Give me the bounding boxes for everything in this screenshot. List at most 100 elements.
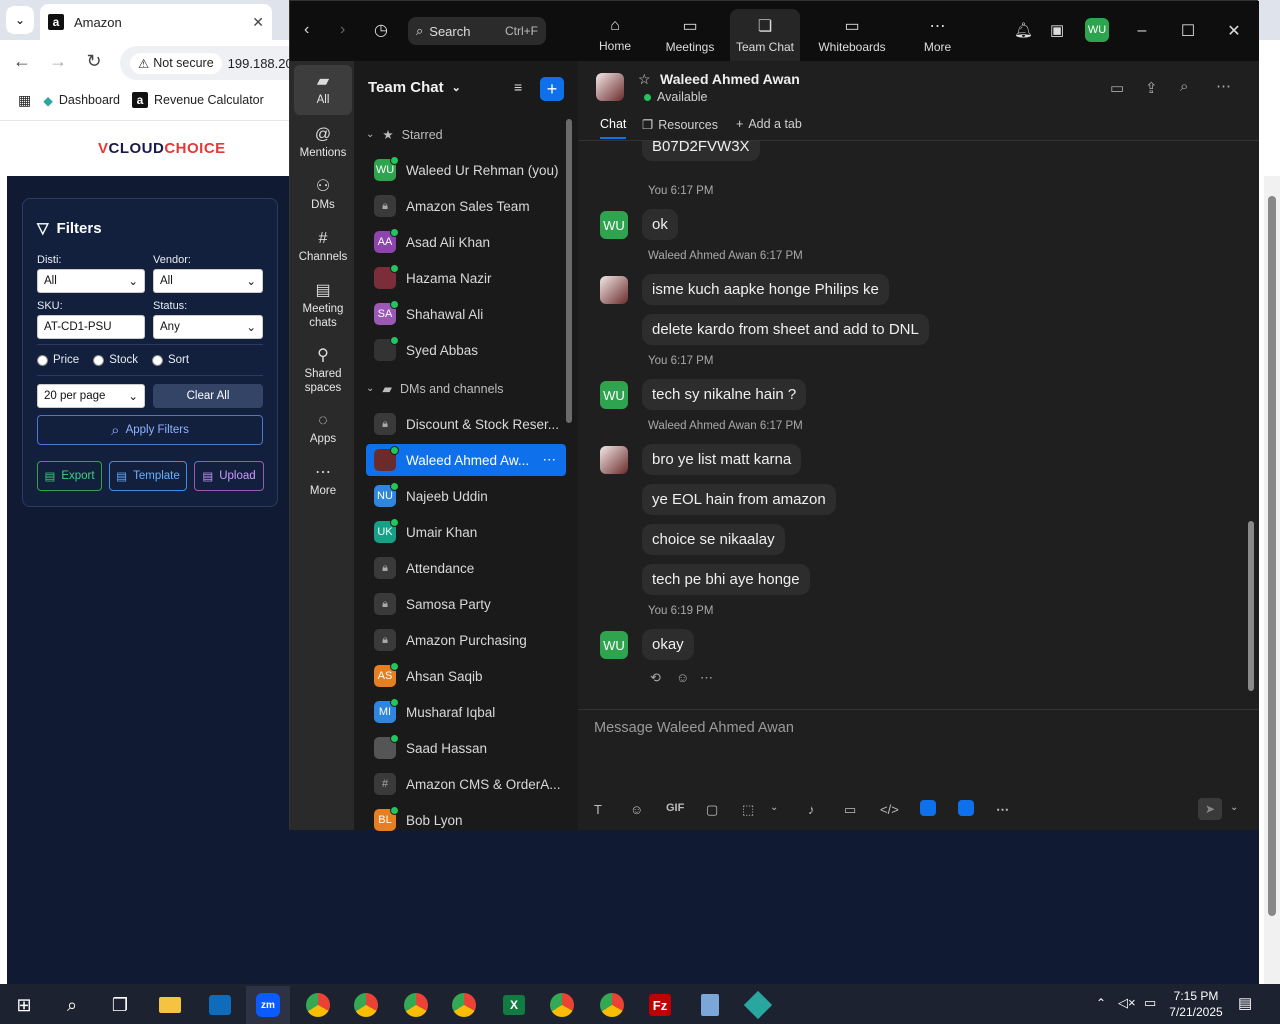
message-bubble[interactable]: okay [642,629,694,660]
per-page-select[interactable]: 20 per page ⌄ [37,384,145,408]
chrome-icon[interactable] [540,986,584,1024]
list-item[interactable]: WU Waleed Ur Rehman (you) [366,154,566,186]
chevron-up-icon[interactable]: ⌃ [1096,996,1106,1010]
team-chat-header[interactable]: Team Chat ⌄ [368,79,461,96]
disti-select[interactable]: All ⌄ [37,269,145,293]
chat-scrollbar[interactable] [1248,521,1254,691]
search-icon[interactable]: ⌕ [1180,78,1188,95]
message-bubble[interactable]: delete kardo from sheet and add to DNL [642,314,929,345]
list-item[interactable]: BL Bob Lyon [366,804,566,836]
excel-icon[interactable]: X [492,986,536,1024]
chrome-icon[interactable] [344,986,388,1024]
tab-resources[interactable]: ❐ Resources [642,117,718,133]
zoom-taskbar-icon[interactable]: zm [246,986,290,1024]
app-icon[interactable] [920,800,936,816]
security-badge[interactable]: ⚠ Not secure [130,52,222,74]
avatar[interactable] [600,446,628,474]
more-options-icon[interactable]: ⋯ [543,452,557,468]
new-chat-button[interactable]: + [540,77,564,101]
outlook-icon[interactable] [198,986,242,1024]
calculator-icon[interactable] [688,986,732,1024]
rail-dms[interactable]: ⚇ DMs [294,177,352,213]
tab-team-chat[interactable]: ❏ Team Chat [730,9,800,61]
clock[interactable]: 7:15 PM 7/21/2025 [1164,988,1228,1020]
avatar[interactable] [600,276,628,304]
upload-button[interactable]: ▤ Upload [194,461,264,491]
tab-search-dropdown[interactable]: ⌄ [6,6,34,34]
message-input[interactable]: Message Waleed Ahmed Awan [594,720,794,736]
avatar[interactable]: WU [600,381,628,409]
template-button[interactable]: ▤ Template [109,461,187,491]
radio-price[interactable]: Price [37,354,79,366]
clear-all-button[interactable]: Clear All [153,384,263,408]
tab-meetings[interactable]: ▭ Meetings [650,9,730,61]
back-icon[interactable]: ← [4,43,40,79]
list-scrollbar[interactable] [566,119,572,423]
sku-input[interactable]: AT-CD1-PSU [37,315,145,339]
message-bubble[interactable]: isme kuch aapke honge Philips ke [642,274,889,305]
chevron-down-icon[interactable]: ⌄ [770,802,778,813]
file-icon[interactable]: ▢ [706,802,718,818]
list-item[interactable]: 🔒︎ Discount & Stock Reser... [366,408,566,440]
bookmark-revenue-calculator[interactable]: a Revenue Calculator [132,92,264,108]
message-bubble[interactable]: tech pe bhi aye honge [642,564,810,595]
app-icon[interactable] [736,986,780,1024]
radio-stock[interactable]: Stock [93,354,138,366]
reload-icon[interactable]: ↻ [76,43,112,79]
page-scrollbar-thumb[interactable] [1268,196,1276,916]
list-item[interactable]: # Amazon CMS & OrderA... [366,768,566,800]
forward-icon[interactable]: › [340,21,345,39]
list-item[interactable]: Syed Abbas [366,334,566,366]
apps-grid-icon[interactable]: ▦ [18,92,31,109]
search-icon[interactable]: ⌕ [50,986,94,1024]
code-icon[interactable]: </> [880,802,899,817]
maximize-icon[interactable]: ☐ [1170,15,1206,47]
tab-home[interactable]: ⌂ Home [575,9,655,61]
bell-icon[interactable]: 🔔︎ [1014,21,1033,39]
tab-chat[interactable]: Chat [600,117,627,139]
share-screen-icon[interactable]: ⇪ [1145,79,1158,97]
rail-all[interactable]: ▰ All [294,65,352,115]
tab-more[interactable]: ⋯ More [900,9,975,61]
history-icon[interactable]: ◷ [374,20,388,40]
rail-meeting-chats[interactable]: ▤ Meeting chats [294,281,352,331]
message-bubble[interactable]: bro ye list matt karna [642,444,802,475]
section-dms-channels[interactable]: ⌄ ▰ DMs and channels [366,381,504,397]
list-item[interactable]: 🔒︎ Samosa Party [366,588,566,620]
message-bubble[interactable]: ok [642,209,678,240]
mic-icon[interactable]: ♪ [808,802,815,817]
rail-mentions[interactable]: @ Mentions [294,125,352,161]
message-bubble[interactable]: choice se nikaalay [642,524,785,555]
chrome-icon[interactable] [442,986,486,1024]
avatar[interactable]: WU [600,211,628,239]
app-icon[interactable] [958,800,974,816]
tab-add[interactable]: + Add a tab [736,117,802,131]
chrome-icon[interactable] [296,986,340,1024]
send-icon[interactable]: ➤ [1198,798,1222,820]
star-icon[interactable]: ☆ [638,71,651,88]
list-item[interactable]: NU Najeeb Uddin [366,480,566,512]
zoom-search[interactable]: ⌕ Search Ctrl+F [408,17,546,45]
chevron-down-icon[interactable]: ⌄ [1230,802,1238,813]
calendar-icon[interactable]: ▣ [1050,21,1064,39]
more-options-icon[interactable]: ⋯ [1216,77,1231,95]
reply-icon[interactable]: ⟲ [650,670,661,686]
radio-sort[interactable]: Sort [151,354,189,366]
site-logo[interactable]: VCLOUDCHOICE [98,140,226,157]
list-item[interactable]: Hazama Nazir [366,262,566,294]
avatar[interactable]: WU [1085,18,1109,42]
export-button[interactable]: ▤ Export [37,461,102,491]
task-view-icon[interactable]: ❐ [98,986,142,1024]
chrome-icon[interactable] [394,986,438,1024]
more-icon[interactable]: ⋯ [996,802,1009,818]
file-explorer-icon[interactable] [148,986,192,1024]
chrome-icon[interactable] [590,986,634,1024]
network-icon[interactable]: ▭ [1144,995,1156,1011]
message-bubble[interactable]: ye EOL hain from amazon [642,484,836,515]
list-item[interactable]: UK Umair Khan [366,516,566,548]
rail-apps[interactable]: ◌ Apps [294,411,352,447]
notifications-icon[interactable]: ▤ [1238,994,1252,1012]
apply-filters-button[interactable]: ⌕ Apply Filters [37,415,263,445]
list-item[interactable]: 🔒︎ Amazon Purchasing [366,624,566,656]
emoji-reaction-icon[interactable]: ☺ [676,670,689,685]
